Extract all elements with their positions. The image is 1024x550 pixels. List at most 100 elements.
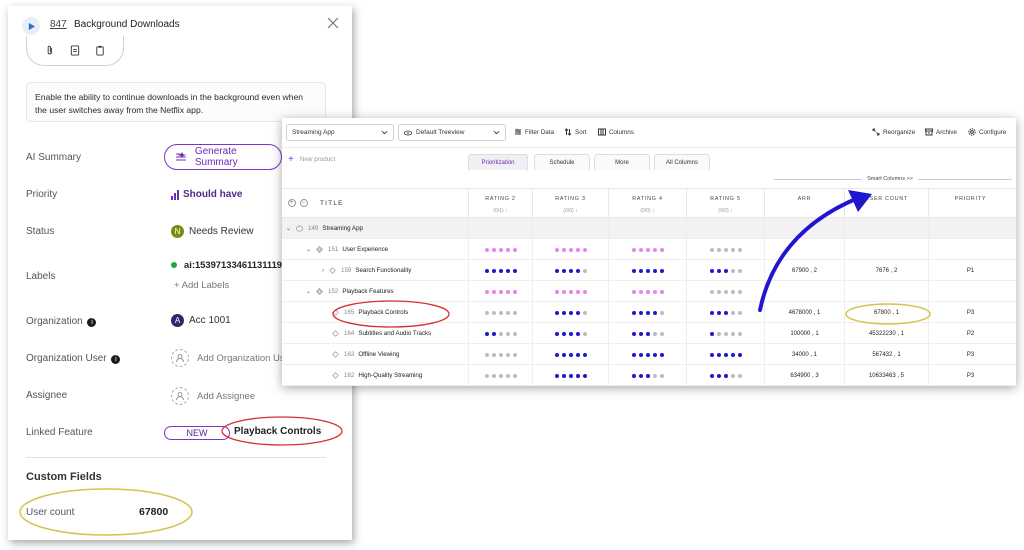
rating-dots[interactable] [484,268,517,273]
rating-dot[interactable] [484,247,489,252]
rating-cell[interactable] [468,302,532,323]
table-row[interactable]: ⌄ 152 Playback Features [282,281,1016,302]
rating-cell[interactable] [468,239,532,260]
rating-dots[interactable] [709,352,742,357]
rating-dot[interactable] [723,310,728,315]
rating-dot[interactable] [716,268,721,273]
rating-dot[interactable] [652,310,657,315]
column-header-sort[interactable]: (0/0) ↕ [533,208,608,214]
rating-dot[interactable] [512,268,517,273]
rating-dot[interactable] [582,310,587,315]
rating-dot[interactable] [638,247,643,252]
rating-dots[interactable] [554,289,587,294]
rating-dot[interactable] [498,310,503,315]
row-title[interactable]: Playback Features [342,288,393,295]
rating-dot[interactable] [505,268,510,273]
priority-cell[interactable] [928,281,1012,302]
rating-dot[interactable] [512,289,517,294]
row-title-cell[interactable]: ⌄ 149 Streaming App [282,218,468,239]
rating-dot[interactable] [631,289,636,294]
rating-dot[interactable] [723,352,728,357]
rating-dots[interactable] [554,331,587,336]
row-title[interactable]: Playback Controls [358,309,408,316]
rating-dot[interactable] [554,352,559,357]
rating-dot[interactable] [652,289,657,294]
rating-dots[interactable] [631,247,664,252]
priority-cell[interactable] [928,218,1012,239]
close-icon[interactable] [326,16,340,30]
rating-cell[interactable] [686,365,764,386]
rating-cell[interactable] [686,302,764,323]
rating-cell[interactable] [468,218,532,239]
arr-cell[interactable] [764,281,844,302]
rating-dot[interactable] [645,289,650,294]
arr-cell[interactable]: 634900 , 3 [764,365,844,386]
rating-dots[interactable] [484,310,517,315]
column-header-sort[interactable]: (0/1) ↕ [469,208,532,214]
rating-dot[interactable] [505,247,510,252]
view-select[interactable]: Default Treeview [398,124,506,141]
rating-dot[interactable] [554,310,559,315]
user-count-cell[interactable] [844,281,928,302]
rating-dot[interactable] [723,268,728,273]
rating-dot[interactable] [512,310,517,315]
rating-cell[interactable] [686,281,764,302]
rating-dots[interactable] [484,247,517,252]
rating-dot[interactable] [575,289,580,294]
rating-dot[interactable] [568,247,573,252]
rating-dot[interactable] [737,310,742,315]
rating-dots[interactable] [631,310,664,315]
rating-cell[interactable] [468,260,532,281]
sort-button[interactable]: Sort [564,128,587,136]
rating-dot[interactable] [645,373,650,378]
rating-dot[interactable] [659,247,664,252]
rating-dot[interactable] [645,310,650,315]
user-count-value[interactable]: 67800 [139,506,168,518]
rating-dot[interactable] [512,373,517,378]
rating-dot[interactable] [730,268,735,273]
rating-dot[interactable] [561,373,566,378]
play-icon[interactable] [22,17,40,35]
arr-cell[interactable]: 4678000 , 1 [764,302,844,323]
rating-dot[interactable] [575,331,580,336]
rating-dot[interactable] [645,352,650,357]
row-title-cell[interactable]: › 159 Search Functionality [282,260,468,281]
rating-dots[interactable] [484,352,517,357]
rating-dot[interactable] [568,268,573,273]
row-title-cell[interactable]: 163 Offline Viewing [282,344,468,365]
rating-dot[interactable] [709,352,714,357]
rating-dot[interactable] [659,331,664,336]
rating-cell[interactable] [608,344,686,365]
rating-dots[interactable] [709,331,742,336]
priority-value[interactable]: Should have [171,189,242,200]
rating-dot[interactable] [709,373,714,378]
rating-dots[interactable] [554,352,587,357]
rating-dot[interactable] [498,331,503,336]
rating-dot[interactable] [568,352,573,357]
rating-dot[interactable] [730,310,735,315]
title-column-header[interactable]: + − TITLE [288,199,344,207]
chevron-down-icon[interactable]: ⌄ [286,225,291,232]
rating-dot[interactable] [575,373,580,378]
rating-dot[interactable] [709,310,714,315]
table-row[interactable]: ⌄ 149 Streaming App [282,218,1016,239]
column-header-sort[interactable]: (0/0) ↕ [687,208,764,214]
rating-dot[interactable] [512,247,517,252]
rating-cell[interactable] [608,260,686,281]
rating-dot[interactable] [484,310,489,315]
rating-dot[interactable] [716,247,721,252]
rating-cell[interactable] [532,323,608,344]
rating-dot[interactable] [561,247,566,252]
rating-dot[interactable] [512,352,517,357]
rating-cell[interactable] [468,323,532,344]
chevron-down-icon[interactable]: ⌄ [306,288,311,295]
row-title[interactable]: High-Quality Streaming [358,372,422,379]
rating-cell[interactable] [532,218,608,239]
rating-cell[interactable] [468,281,532,302]
rating-dot[interactable] [716,331,721,336]
rating-dots[interactable] [484,331,517,336]
rating-dot[interactable] [582,331,587,336]
rating-dot[interactable] [723,247,728,252]
column-header-sort[interactable]: (0/0) ↕ [609,208,686,214]
rating-dot[interactable] [575,352,580,357]
